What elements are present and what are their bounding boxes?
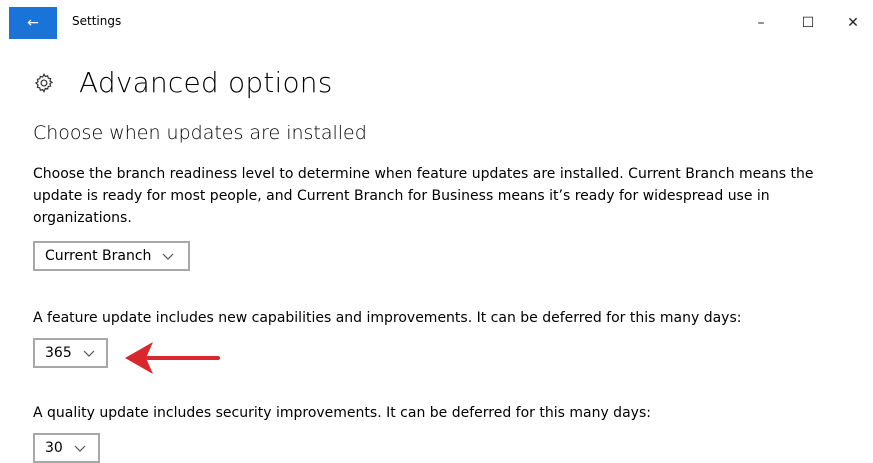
feature-update-defer-dropdown[interactable]: 365	[33, 338, 108, 368]
page-title: Advanced options	[79, 66, 333, 99]
quality-update-defer-value: 30	[45, 440, 63, 456]
page-header: Advanced options	[33, 66, 333, 99]
app-title: Settings	[72, 14, 122, 28]
maximize-button[interactable]: ☐	[785, 7, 831, 39]
feature-update-defer-value: 365	[45, 345, 72, 361]
minimize-button[interactable]: –	[738, 7, 784, 39]
close-button[interactable]: ✕	[830, 7, 873, 39]
minimize-icon: –	[757, 15, 765, 31]
chevron-down-icon	[162, 253, 174, 260]
feature-update-label: A feature update includes new capabiliti…	[33, 310, 742, 326]
chevron-down-icon	[83, 350, 95, 357]
branch-readiness-value: Current Branch	[45, 248, 152, 264]
gear-icon	[34, 72, 54, 93]
annotation-arrow-icon	[125, 342, 220, 374]
back-button[interactable]: ←	[9, 7, 57, 39]
chevron-down-icon	[74, 445, 86, 452]
maximize-icon: ☐	[801, 15, 815, 31]
close-icon: ✕	[847, 15, 859, 31]
section-title: Choose when updates are installed	[33, 122, 367, 144]
quality-update-defer-dropdown[interactable]: 30	[33, 433, 100, 463]
quality-update-label: A quality update includes security impro…	[33, 405, 651, 421]
back-arrow-icon: ←	[27, 15, 39, 31]
branch-readiness-dropdown[interactable]: Current Branch	[33, 241, 190, 271]
branch-description: Choose the branch readiness level to det…	[33, 166, 814, 226]
title-bar: ← Settings – ☐ ✕	[0, 0, 873, 45]
